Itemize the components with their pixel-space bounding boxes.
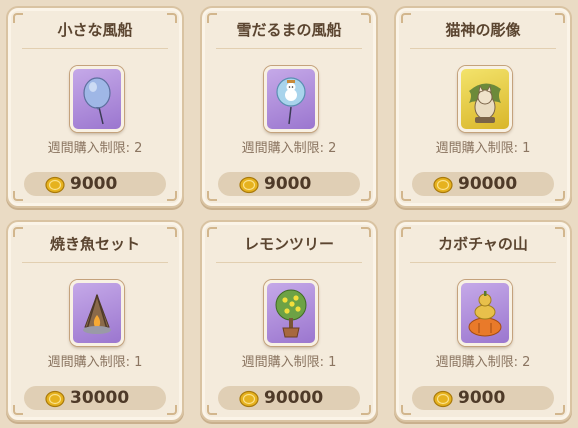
weekly-limit-label: 週間購入制限: 2	[435, 355, 531, 370]
item-name: 雪だるまの風船	[236, 21, 342, 39]
item-icon-frame	[264, 66, 318, 132]
item-icon-frame	[458, 66, 512, 132]
cat-god-statue-icon	[469, 83, 501, 123]
gold-coin-icon	[45, 176, 65, 194]
price-value: 9000	[70, 174, 118, 194]
item-icon-frame	[458, 280, 512, 346]
divider	[410, 262, 556, 263]
gold-coin-icon	[239, 390, 259, 408]
weekly-limit-label: 週間購入制限: 1	[47, 355, 143, 370]
divider	[410, 48, 556, 49]
shop-grid: 小さな風船 週間購入制限: 2 9000 雪だるまの風船 週間購入制限: 2 9…	[0, 0, 578, 428]
shop-item-card-cat-god-statue[interactable]: 猫神の彫像 週間購入制限: 1 90000	[394, 6, 572, 208]
weekly-limit-label: 週間購入制限: 1	[435, 141, 531, 156]
item-name: レモンツリー	[243, 235, 334, 253]
item-icon-frame	[264, 280, 318, 346]
shop-item-card-snowman-balloon[interactable]: 雪だるまの風船 週間購入制限: 2 9000	[200, 6, 378, 208]
shop-item-card-grilled-fish-set[interactable]: 焼き魚セット 週間購入制限: 1 30000	[6, 220, 184, 422]
weekly-limit-label: 週間購入制限: 1	[241, 355, 337, 370]
weekly-limit-label: 週間購入制限: 2	[47, 141, 143, 156]
item-name: 猫神の彫像	[445, 21, 521, 39]
gold-coin-icon	[239, 176, 259, 194]
divider	[216, 48, 362, 49]
grilled-fish-campfire-icon	[83, 293, 111, 334]
weekly-limit-label: 週間購入制限: 2	[241, 141, 337, 156]
price-value: 9000	[264, 174, 312, 194]
blue-balloon-icon	[83, 77, 111, 125]
price-value: 30000	[70, 388, 130, 408]
price-value: 90000	[458, 174, 518, 194]
price-value: 90000	[264, 388, 324, 408]
item-name: カボチャの山	[438, 235, 528, 253]
shop-item-card-lemon-tree[interactable]: レモンツリー 週間購入制限: 1 90000	[200, 220, 378, 422]
pumpkin-pile-icon	[468, 291, 502, 337]
divider	[22, 262, 168, 263]
shop-item-card-pumpkin-pile[interactable]: カボチャの山 週間購入制限: 2 9000	[394, 220, 572, 422]
item-icon-frame	[70, 280, 124, 346]
gold-coin-icon	[433, 176, 453, 194]
item-icon-frame	[70, 66, 124, 132]
item-name: 小さな風船	[57, 21, 133, 39]
shop-item-card-small-balloon[interactable]: 小さな風船 週間購入制限: 2 9000	[6, 6, 184, 208]
lemon-tree-icon	[275, 289, 307, 338]
item-name: 焼き魚セット	[49, 235, 140, 253]
gold-coin-icon	[433, 390, 453, 408]
divider	[216, 262, 362, 263]
snowman-balloon-icon	[276, 77, 306, 125]
price-value: 9000	[458, 388, 506, 408]
gold-coin-icon	[45, 390, 65, 408]
divider	[22, 48, 168, 49]
